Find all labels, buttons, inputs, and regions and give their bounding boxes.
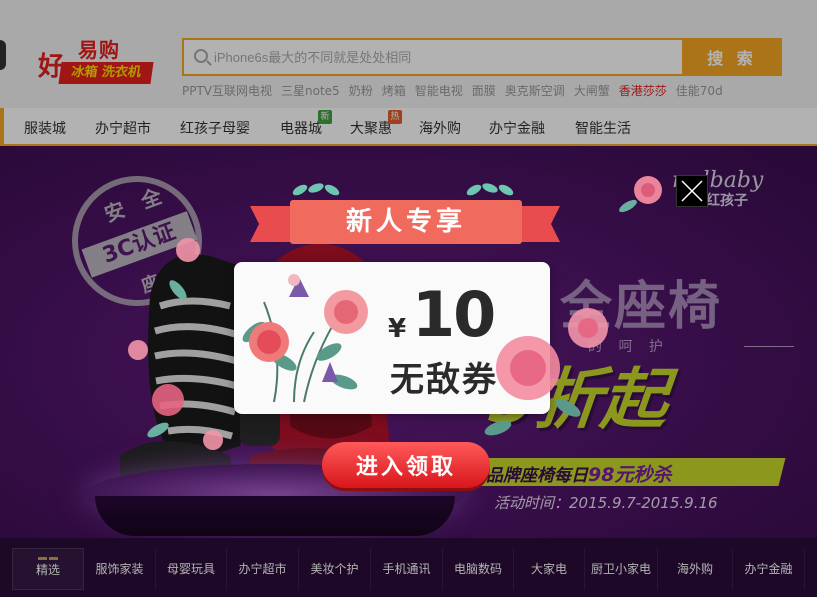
decorative-rose-top-right — [619, 176, 662, 213]
coupon-currency: ¥ — [388, 314, 407, 344]
close-icon — [681, 180, 703, 202]
page: 好 易购 冰箱 洗衣机 搜 索 PPTV互联网电视三星note5奶粉烤箱智能电视… — [0, 0, 817, 597]
decorative-roses — [484, 308, 608, 436]
close-popup-button[interactable] — [676, 175, 708, 207]
decorative-flowers-left — [128, 238, 223, 450]
flower-bouquet-illustration — [242, 274, 368, 403]
popup-title: 新人专享 — [290, 200, 522, 244]
claim-coupon-button[interactable]: 进入领取 — [322, 442, 490, 488]
leaves-decoration — [292, 183, 514, 196]
